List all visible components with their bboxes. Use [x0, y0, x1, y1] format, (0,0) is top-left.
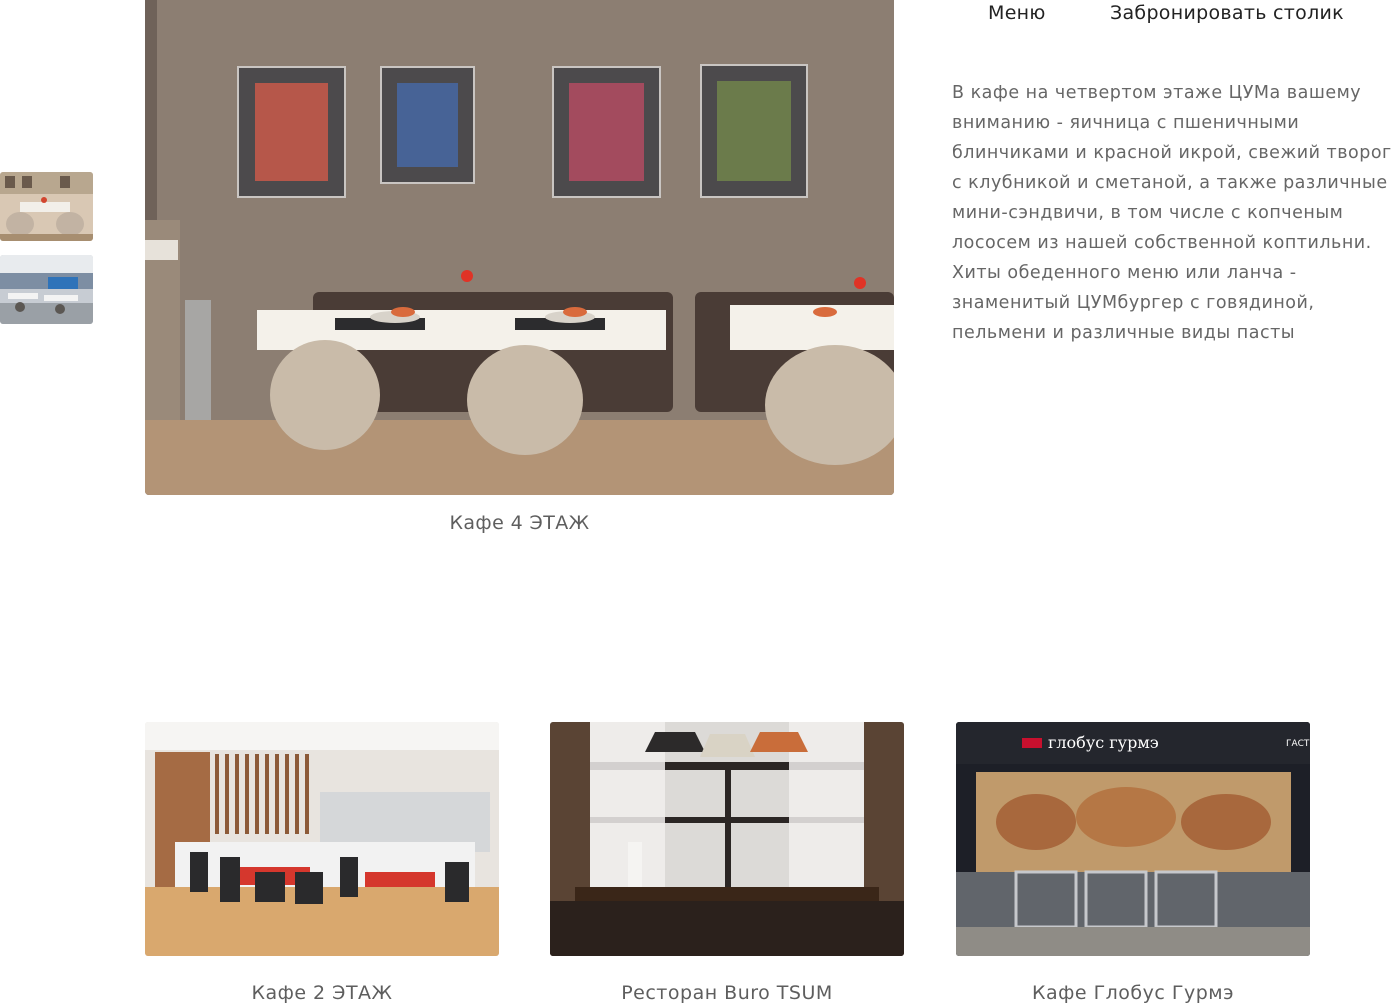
gallery-thumbnail-2[interactable] [0, 255, 93, 324]
description-line: блинчиками и красной икрой, свежий творо… [952, 143, 1392, 163]
card-photo-buro-tsum[interactable] [550, 722, 904, 956]
cafe-description: В кафе на четвертом этаже ЦУМа вашему вн… [952, 78, 1392, 348]
store-sign: глобус гурмэ [1048, 733, 1159, 752]
description-line: знаменитый ЦУМбургер с говядиной, [952, 293, 1315, 313]
card-caption-cafe-2-floor[interactable]: Кафе 2 ЭТАЖ [145, 982, 499, 1004]
description-line: мини-сэндвичи, в том числе с копченым [952, 203, 1344, 223]
book-table-link[interactable]: Забронировать столик [1110, 2, 1344, 24]
hero-photo-cafe-4-floor [145, 0, 894, 495]
description-line: с клубникой и сметаной, а также различны… [952, 173, 1388, 193]
menu-link[interactable]: Меню [988, 2, 1046, 24]
card-photo-cafe-2-floor[interactable] [145, 722, 499, 956]
description-line: В кафе на четвертом этаже ЦУМа вашему [952, 83, 1362, 103]
store-sign-partial: ГАСТ [1286, 739, 1310, 749]
description-line: вниманию - яичница с пшеничными [952, 113, 1300, 133]
description-line: лососем из нашей собственной коптильни. [952, 233, 1372, 253]
hero-caption: Кафе 4 ЭТАЖ [449, 512, 590, 534]
card-caption-globus-gourmet[interactable]: Кафе Глобус Гурмэ [956, 982, 1310, 1004]
description-line: Хиты обеденного меню или ланча - [952, 263, 1297, 283]
description-line: пельмени и различные виды пасты [952, 323, 1296, 343]
sign-red-square-icon [1022, 738, 1042, 748]
card-caption-buro-tsum[interactable]: Ресторан Buro TSUM [550, 982, 904, 1004]
card-photo-globus-gourmet[interactable]: глобус гурмэ ГАСТ [956, 722, 1310, 956]
gallery-thumbnail-1[interactable] [0, 172, 93, 241]
